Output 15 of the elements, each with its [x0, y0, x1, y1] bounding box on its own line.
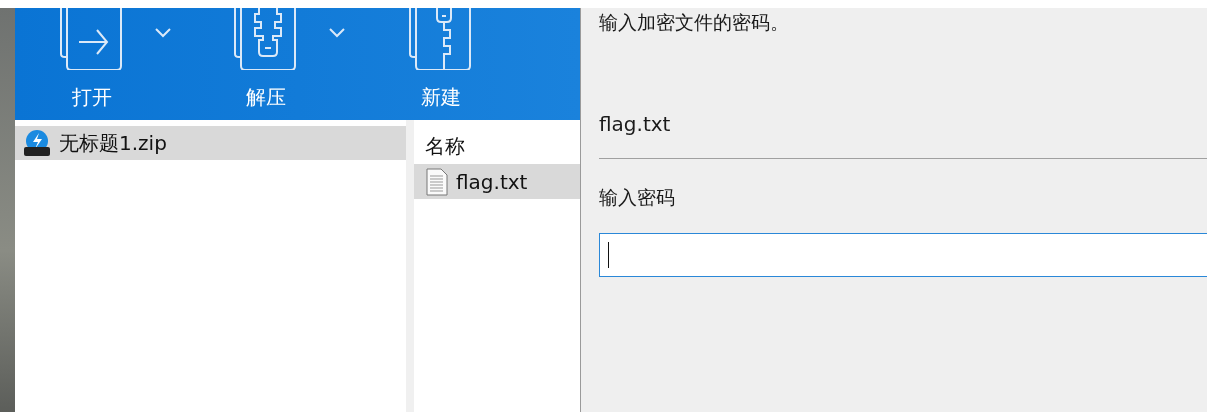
- file-row[interactable]: flag.txt: [414, 164, 580, 199]
- tree-item[interactable]: 无标题1.zip: [15, 126, 406, 160]
- chevron-down-icon[interactable]: [155, 28, 171, 38]
- zip-archive-icon: [23, 129, 51, 157]
- column-header[interactable]: 名称: [414, 128, 580, 164]
- text-file-icon: [426, 167, 448, 196]
- toolbar-button[interactable]: 解压: [231, 8, 302, 111]
- password-field[interactable]: [599, 233, 1207, 277]
- prompt-text: 输入加密文件的密码。: [599, 10, 790, 35]
- chevron-down-icon[interactable]: [329, 28, 346, 38]
- field-label: 输入密码: [599, 185, 676, 210]
- text-cursor: [608, 242, 609, 268]
- file-name: flag.txt: [599, 112, 672, 136]
- toolbar-button[interactable]: 新建: [405, 8, 476, 111]
- toolbar-button[interactable]: 打开: [57, 8, 127, 111]
